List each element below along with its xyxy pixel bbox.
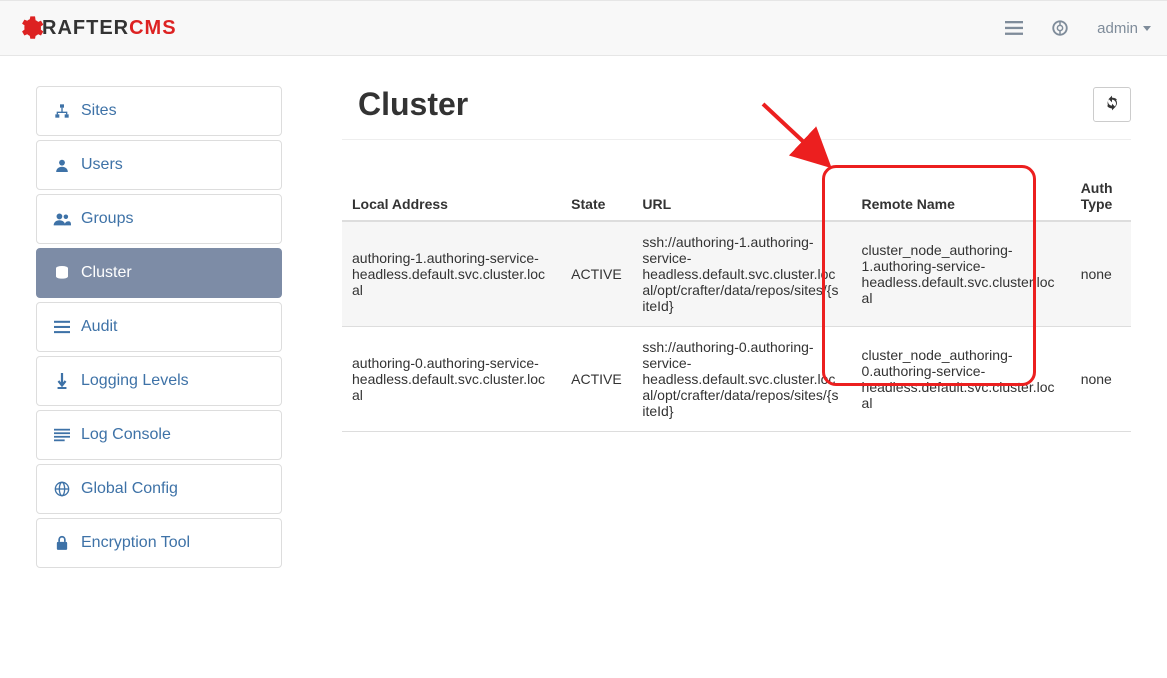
sidebar-item-label: Logging Levels — [81, 372, 189, 390]
cell-url: ssh://authoring-0.authoring-service-head… — [632, 327, 851, 432]
cell-local: authoring-0.authoring-service-headless.d… — [342, 327, 561, 432]
refresh-icon — [1104, 95, 1120, 114]
logo[interactable]: RAFTERCMS — [16, 14, 177, 42]
cell-remote: cluster_node_authoring-1.authoring-servi… — [852, 221, 1071, 327]
list-icon — [53, 320, 71, 334]
globe-icon — [53, 481, 71, 497]
db-icon — [53, 265, 71, 281]
sidebar-item-log-console[interactable]: Log Console — [36, 410, 282, 460]
sidebar-item-label: Sites — [81, 102, 117, 120]
sitemap-icon — [53, 103, 71, 119]
sidebar-item-cluster[interactable]: Cluster — [36, 248, 282, 298]
cell-state: ACTIVE — [561, 327, 632, 432]
table-row: authoring-1.authoring-service-headless.d… — [342, 221, 1131, 327]
sidebar-item-audit[interactable]: Audit — [36, 302, 282, 352]
help-icon[interactable] — [1051, 19, 1069, 37]
user-icon — [53, 157, 71, 173]
cell-auth: none — [1071, 221, 1131, 327]
sidebar-item-encryption-tool[interactable]: Encryption Tool — [36, 518, 282, 568]
lines-icon — [53, 428, 71, 442]
sidebar-item-label: Cluster — [81, 264, 132, 282]
sidebar-item-label: Groups — [81, 210, 133, 228]
sidebar-item-logging-levels[interactable]: Logging Levels — [36, 356, 282, 406]
sidebar-item-label: Users — [81, 156, 123, 174]
table-row: authoring-0.authoring-service-headless.d… — [342, 327, 1131, 432]
cell-state: ACTIVE — [561, 221, 632, 327]
col-state: State — [561, 172, 632, 221]
sidebar-item-label: Global Config — [81, 480, 178, 498]
gear-icon — [16, 14, 44, 42]
cluster-table: Local Address State URL Remote Name Auth… — [342, 172, 1131, 432]
sidebar-item-label: Audit — [81, 318, 117, 336]
logo-text: RAFTERCMS — [42, 17, 177, 40]
cell-auth: none — [1071, 327, 1131, 432]
col-local-address: Local Address — [342, 172, 561, 221]
lock-icon — [53, 535, 71, 551]
main-panel: Cluster Local Address State URL Remote N… — [342, 86, 1167, 572]
user-menu[interactable]: admin — [1097, 20, 1151, 37]
sidebar-item-label: Log Console — [81, 426, 171, 444]
cell-local: authoring-1.authoring-service-headless.d… — [342, 221, 561, 327]
sidebar-item-groups[interactable]: Groups — [36, 194, 282, 244]
col-remote-name: Remote Name — [852, 172, 1071, 221]
menu-icon[interactable] — [1005, 20, 1023, 36]
sidebar: Sites Users Groups Cluster Audit Logging Leve… — [36, 86, 282, 572]
sidebar-item-label: Encryption Tool — [81, 534, 190, 552]
col-auth-type: Auth Type — [1071, 172, 1131, 221]
levels-icon — [53, 373, 71, 389]
refresh-button[interactable] — [1093, 87, 1131, 122]
top-bar: RAFTERCMS admin — [0, 0, 1167, 56]
users-icon — [53, 211, 71, 227]
page-title: Cluster — [358, 86, 468, 123]
sidebar-item-sites[interactable]: Sites — [36, 86, 282, 136]
chevron-down-icon — [1143, 26, 1151, 31]
user-label: admin — [1097, 20, 1138, 37]
col-url: URL — [632, 172, 851, 221]
cell-url: ssh://authoring-1.authoring-service-head… — [632, 221, 851, 327]
sidebar-item-users[interactable]: Users — [36, 140, 282, 190]
sidebar-item-global-config[interactable]: Global Config — [36, 464, 282, 514]
cell-remote: cluster_node_authoring-0.authoring-servi… — [852, 327, 1071, 432]
